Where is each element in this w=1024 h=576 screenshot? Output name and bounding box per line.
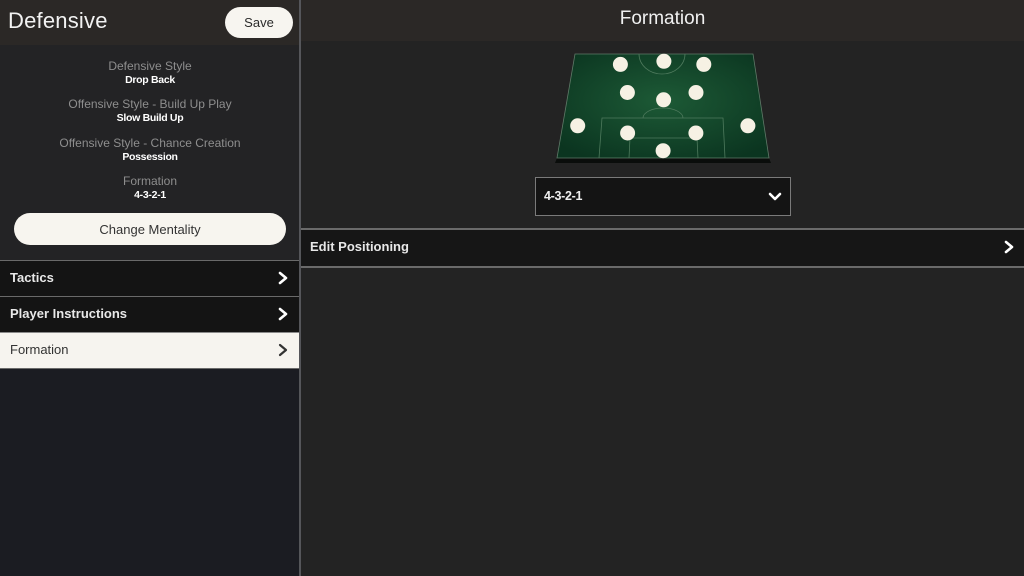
player-marker [619, 85, 635, 100]
player-marker [570, 118, 586, 134]
player-marker [740, 118, 756, 134]
formation-header: Formation [301, 0, 1024, 41]
menu-item-label: Formation [10, 342, 69, 357]
summary-label: Formation [122, 174, 178, 188]
summary-value: Possession [122, 151, 178, 163]
player-marker [688, 85, 704, 100]
menu-item-label: Tactics [10, 270, 54, 285]
summary-item-formation: Formation 4-3-2-1 [0, 174, 300, 202]
change-mentality-button[interactable]: Change Mentality [14, 213, 286, 245]
tactics-menu: Tactics Player Instructions Formation [0, 260, 300, 369]
panel-divider [299, 0, 301, 576]
player-marker [655, 143, 671, 159]
chevron-right-icon [278, 343, 288, 357]
summary-item-build-up-play: Offensive Style - Build Up Play Slow Bui… [0, 97, 300, 125]
menu-item-tactics[interactable]: Tactics [0, 260, 300, 296]
formation-select-value: 4-3-2-1 [544, 189, 583, 203]
summary-item-defensive-style: Defensive Style Drop Back [0, 59, 300, 87]
chevron-right-icon [278, 307, 288, 321]
pitch-shadow [555, 158, 771, 163]
formation-pitch [555, 53, 771, 163]
formation-select[interactable]: 4-3-2-1 [535, 177, 791, 216]
summary-label: Offensive Style - Build Up Play [68, 97, 232, 111]
tactics-sidebar: Defensive Save Defensive Style Drop Back… [0, 0, 300, 576]
summary-value: Slow Build Up [116, 112, 184, 124]
sidebar-header: Defensive Save [0, 0, 300, 45]
summary-value: Drop Back [125, 74, 175, 86]
player-marker [696, 56, 712, 72]
player-marker [620, 125, 636, 141]
menu-item-player-instructions[interactable]: Player Instructions [0, 296, 300, 332]
summary-label: Defensive Style [108, 59, 192, 73]
player-marker [656, 53, 672, 69]
player-marker [612, 56, 628, 72]
menu-item-label: Player Instructions [10, 306, 128, 321]
edit-positioning-button[interactable]: Edit Positioning [301, 228, 1024, 268]
summary-label: Offensive Style - Chance Creation [59, 136, 241, 150]
chevron-right-icon [278, 271, 288, 285]
page-title: Formation [619, 8, 706, 29]
mentality-title: Defensive [8, 8, 108, 33]
chevron-down-icon [768, 192, 782, 201]
menu-item-formation[interactable]: Formation [0, 332, 300, 369]
player-marker [656, 92, 672, 108]
edit-positioning-label: Edit Positioning [310, 239, 409, 254]
summary-item-chance-creation: Offensive Style - Chance Creation Posses… [0, 136, 300, 164]
summary-value: 4-3-2-1 [134, 189, 166, 201]
chevron-right-icon [1004, 240, 1014, 254]
save-button[interactable]: Save [225, 7, 293, 38]
player-marker [688, 125, 704, 141]
